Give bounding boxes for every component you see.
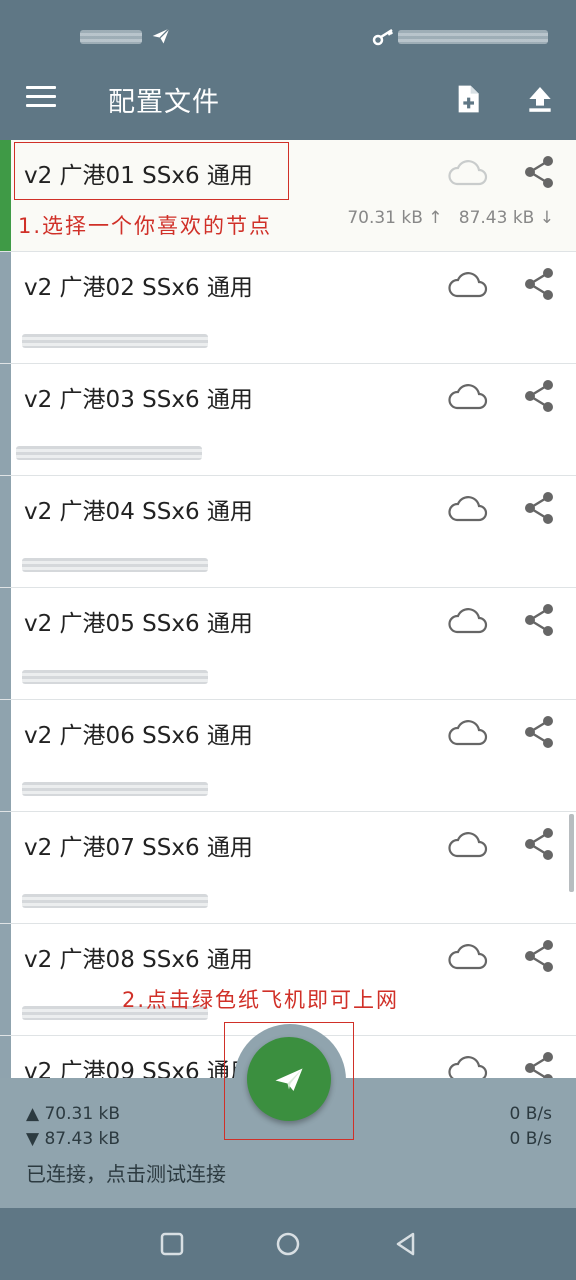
item-indicator (0, 700, 11, 811)
annotation-step2: 2.点击绿色纸飞机即可上网 (122, 988, 400, 1012)
page-title: 配置文件 (108, 87, 220, 118)
item-indicator (0, 588, 11, 699)
upload-traffic: 70.31 kB ↑ (347, 208, 443, 228)
cloud-test-icon[interactable] (446, 158, 488, 188)
annotation-box-node (14, 142, 289, 200)
status-bar (0, 0, 576, 56)
cloud-test-icon[interactable] (446, 830, 488, 860)
share-icon[interactable] (522, 266, 556, 302)
item-indicator (0, 252, 11, 363)
scrollbar-thumb[interactable] (569, 814, 574, 892)
server-item-08[interactable]: v2 广港08 SSx6 通用 (0, 924, 576, 1036)
status-bar-redacted-left (80, 30, 142, 44)
add-config-file-icon[interactable] (452, 82, 484, 116)
server-name: v2 广港02 SSx6 通用 (24, 275, 253, 301)
server-address-redacted (22, 894, 208, 908)
server-address-redacted (16, 446, 202, 460)
download-traffic: 87.43 kB ↓ (458, 208, 554, 228)
upload-speed: 0 B/s (509, 1104, 552, 1124)
recents-square-icon[interactable] (158, 1230, 186, 1258)
server-address-redacted (22, 670, 208, 684)
server-name: v2 广港07 SSx6 通用 (24, 835, 253, 861)
app-toolbar: 配置文件 (0, 56, 576, 140)
server-name: v2 广港06 SSx6 通用 (24, 723, 253, 749)
server-item-05[interactable]: v2 广港05 SSx6 通用 (0, 588, 576, 700)
server-address-redacted (22, 334, 208, 348)
server-name: v2 广港04 SSx6 通用 (24, 499, 253, 525)
key-icon (372, 28, 394, 46)
server-address-redacted (22, 782, 208, 796)
share-icon[interactable] (522, 714, 556, 750)
home-circle-icon[interactable] (274, 1230, 302, 1258)
upload-total: ▲ 70.31 kB (26, 1104, 121, 1124)
server-address-redacted (22, 558, 208, 572)
status-bar-redacted-right (398, 30, 548, 44)
server-item-04[interactable]: v2 广港04 SSx6 通用 (0, 476, 576, 588)
download-total: ▼ 87.43 kB (26, 1129, 121, 1149)
traffic-stats: 70.31 kB ↑ 87.43 kB ↓ (347, 208, 554, 228)
server-name: v2 广港03 SSx6 通用 (24, 387, 253, 413)
annotation-step1: 1.选择一个你喜欢的节点 (18, 214, 273, 238)
server-name: v2 广港05 SSx6 通用 (24, 611, 253, 637)
cloud-test-icon[interactable] (446, 606, 488, 636)
download-speed: 0 B/s (509, 1129, 552, 1149)
share-icon[interactable] (522, 602, 556, 638)
share-icon[interactable] (522, 490, 556, 526)
server-item-02[interactable]: v2 广港02 SSx6 通用 (0, 252, 576, 364)
share-icon[interactable] (522, 938, 556, 974)
paper-plane-status-icon (152, 28, 170, 44)
connection-status-text[interactable]: 已连接，点击测试连接 (26, 1158, 226, 1187)
cloud-test-icon[interactable] (446, 270, 488, 300)
server-item-06[interactable]: v2 广港06 SSx6 通用 (0, 700, 576, 812)
upload-icon[interactable] (524, 82, 556, 116)
server-name: v2 广港08 SSx6 通用 (24, 947, 253, 973)
share-icon[interactable] (522, 154, 556, 190)
item-indicator (0, 476, 11, 587)
cloud-test-icon[interactable] (446, 494, 488, 524)
system-nav-bar (0, 1208, 576, 1280)
back-triangle-icon[interactable] (392, 1230, 420, 1258)
server-item-07[interactable]: v2 广港07 SSx6 通用 (0, 812, 576, 924)
share-icon[interactable] (522, 826, 556, 862)
cloud-test-icon[interactable] (446, 382, 488, 412)
server-item-03[interactable]: v2 广港03 SSx6 通用 (0, 364, 576, 476)
cloud-test-icon[interactable] (446, 718, 488, 748)
item-indicator (0, 924, 11, 1035)
menu-icon[interactable] (26, 86, 56, 110)
share-icon[interactable] (522, 378, 556, 414)
item-indicator (0, 812, 11, 923)
selected-indicator (0, 140, 11, 251)
annotation-box-fab (224, 1022, 354, 1140)
cloud-test-icon[interactable] (446, 942, 488, 972)
item-indicator (0, 364, 11, 475)
